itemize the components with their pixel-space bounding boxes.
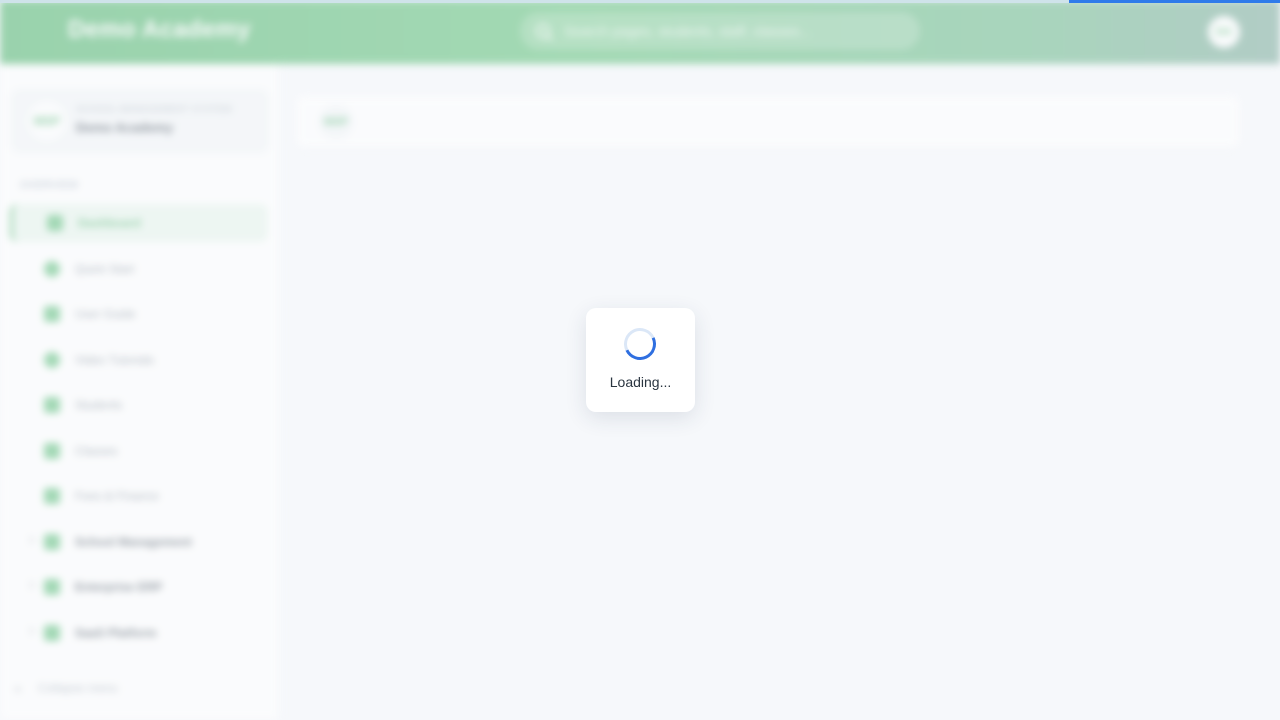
book-icon bbox=[44, 306, 60, 322]
sidebar-item-label: Enterprise ERP bbox=[75, 580, 163, 594]
loading-dialog: Loading... bbox=[586, 308, 695, 412]
loading-text: Loading... bbox=[609, 374, 672, 390]
rocket-icon bbox=[44, 261, 60, 277]
sidebar-item-enterprise-erp[interactable]: Enterprise ERP bbox=[10, 568, 268, 606]
student-icon bbox=[44, 397, 60, 413]
sidebar: MSP SCHOOL MANAGEMENT SYSTEM Demo Academ… bbox=[0, 64, 280, 720]
organization-logo: MSP bbox=[28, 102, 66, 140]
collapse-menu-button[interactable]: « Collapse menu bbox=[14, 678, 118, 698]
sidebar-item-video-tutorials[interactable]: Video Tutorials bbox=[10, 341, 268, 379]
sidebar-item-label: Fees & Finance bbox=[75, 489, 160, 503]
organization-label: SCHOOL MANAGEMENT SYSTEM bbox=[76, 104, 233, 114]
cloud-icon bbox=[44, 625, 60, 641]
page-load-progress-fill bbox=[1068, 0, 1280, 3]
sidebar-item-dashboard[interactable]: Dashboard bbox=[10, 204, 268, 242]
top-header: Demo Academy DA bbox=[0, 0, 1280, 64]
page-logo: MSP bbox=[318, 104, 354, 140]
sidebar-item-classes[interactable]: Classes bbox=[10, 432, 268, 470]
user-avatar[interactable]: DA bbox=[1208, 16, 1240, 48]
sidebar-item-label: Students bbox=[75, 398, 123, 412]
sidebar-item-label: SaaS Platform bbox=[75, 626, 157, 640]
organization-card[interactable]: MSP SCHOOL MANAGEMENT SYSTEM Demo Academ… bbox=[10, 88, 270, 154]
sidebar-item-students[interactable]: Students bbox=[10, 386, 268, 424]
sidebar-item-fees-finance[interactable]: Fees & Finance bbox=[10, 477, 268, 515]
page-load-progress-bar bbox=[0, 0, 1280, 3]
brand-title[interactable]: Demo Academy bbox=[68, 16, 251, 44]
search-input[interactable] bbox=[562, 22, 902, 40]
chevron-right-icon bbox=[25, 626, 35, 636]
organization-name: Demo Academy bbox=[76, 120, 174, 135]
search-icon bbox=[536, 24, 550, 38]
grid-icon bbox=[44, 579, 60, 595]
double-chevron-left-icon: « bbox=[14, 680, 22, 696]
page-header-card: MSP bbox=[296, 96, 1240, 148]
sidebar-item-label: Quick Start bbox=[75, 262, 135, 276]
chevron-right-icon bbox=[25, 580, 35, 590]
sidebar-section-label: OVERVIEW bbox=[20, 180, 79, 191]
collapse-menu-label: Collapse menu bbox=[37, 681, 118, 695]
global-search[interactable] bbox=[520, 12, 920, 50]
building-icon bbox=[44, 534, 60, 550]
sidebar-item-label: Classes bbox=[75, 444, 118, 458]
home-icon bbox=[47, 215, 63, 231]
wallet-icon bbox=[44, 488, 60, 504]
play-icon bbox=[44, 352, 60, 368]
sidebar-item-label: Dashboard bbox=[78, 216, 141, 230]
sidebar-item-saas-platform[interactable]: SaaS Platform bbox=[10, 614, 268, 652]
sidebar-item-user-guide[interactable]: User Guide bbox=[10, 295, 268, 333]
loading-spinner-icon bbox=[619, 323, 661, 365]
classroom-icon bbox=[44, 443, 60, 459]
sidebar-item-label: User Guide bbox=[75, 307, 136, 321]
sidebar-item-label: Video Tutorials bbox=[75, 353, 155, 367]
sidebar-item-school-management[interactable]: School Management bbox=[10, 523, 268, 561]
sidebar-item-quick-start[interactable]: Quick Start bbox=[10, 250, 268, 288]
sidebar-item-label: School Management bbox=[75, 535, 192, 549]
chevron-right-icon bbox=[25, 535, 35, 545]
